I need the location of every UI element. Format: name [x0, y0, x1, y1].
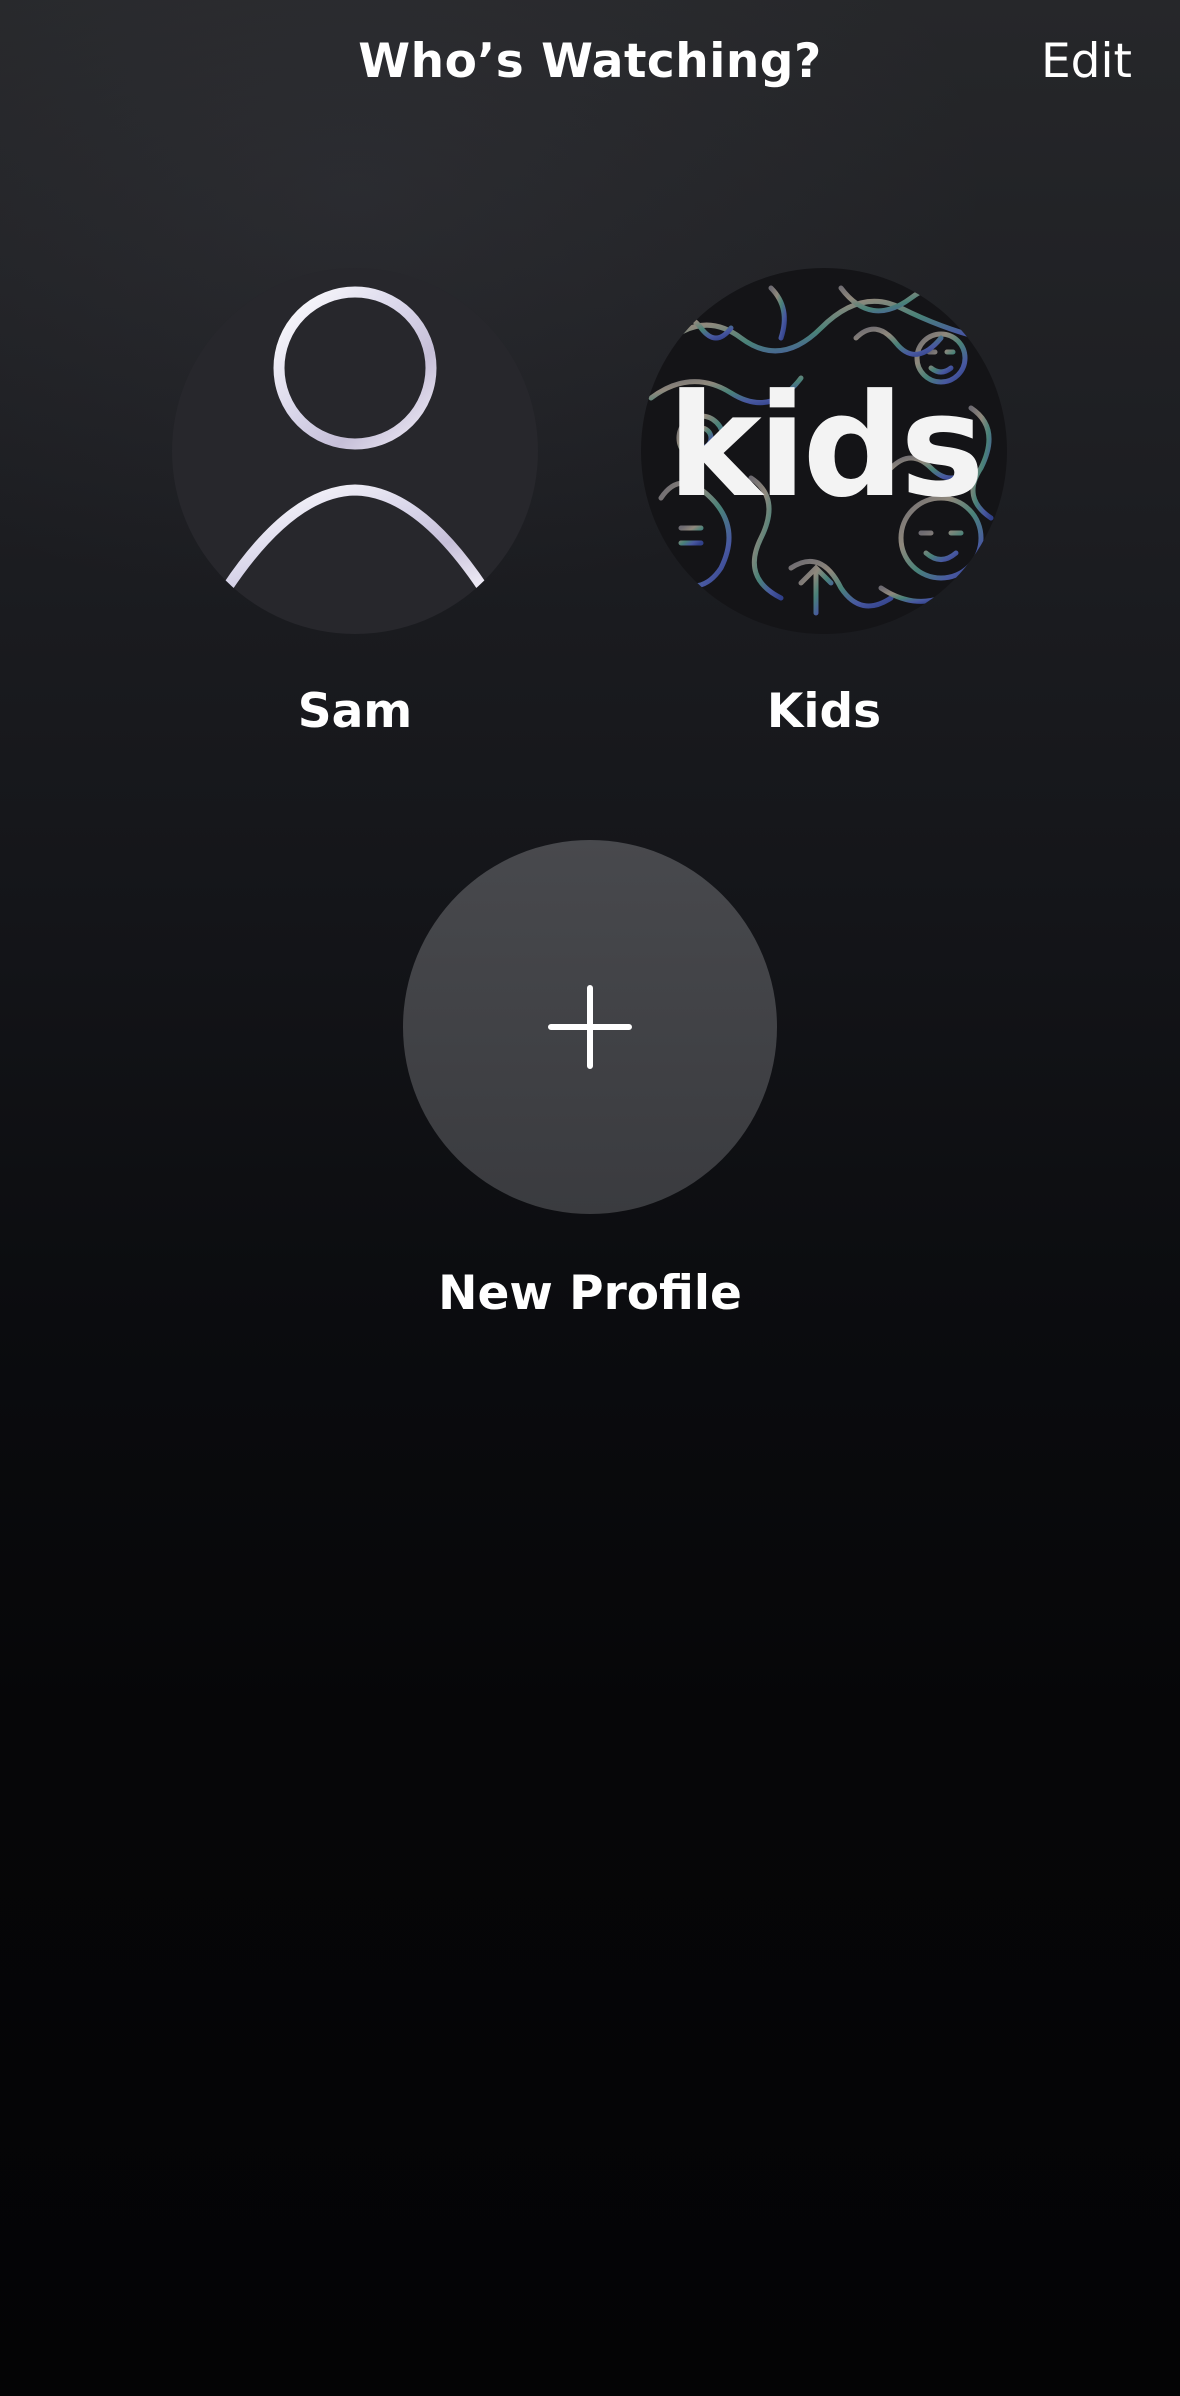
kids-logo: kids [667, 364, 984, 529]
edit-button[interactable]: Edit [1041, 34, 1132, 89]
new-profile-label: New Profile [438, 1266, 742, 1321]
profile-name-kids: Kids [766, 684, 882, 739]
kids-avatar[interactable]: kids [641, 268, 1007, 634]
new-profile-button[interactable] [403, 840, 777, 1214]
page-title: Who’s Watching? [358, 34, 822, 89]
plus-icon [548, 985, 632, 1069]
sam-avatar[interactable] [172, 268, 538, 634]
person-icon [221, 286, 489, 594]
profile-name-sam: Sam [297, 684, 413, 739]
